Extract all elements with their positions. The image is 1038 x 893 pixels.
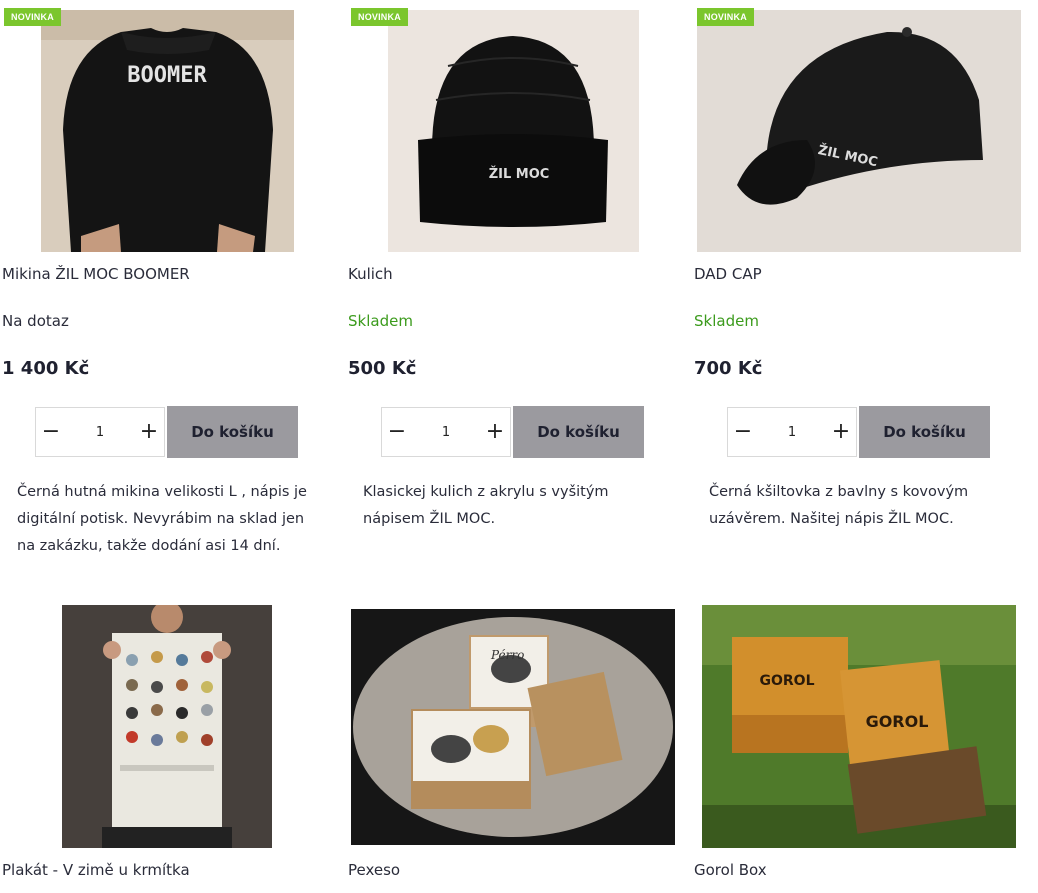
product-title[interactable]: Mikina ŽIL MOC BOOMER	[2, 265, 332, 283]
product-image-plakat[interactable]	[62, 605, 272, 848]
quantity-increase-button[interactable]: +	[480, 421, 510, 443]
beanie-embroidery-text: ŽIL MOC	[489, 166, 550, 182]
product-image-pexeso[interactable]: Pérro	[351, 609, 675, 845]
sweatshirt-print-text: BOOMER	[127, 63, 207, 88]
add-to-cart-button[interactable]: Do košíku	[859, 406, 990, 458]
stock-status: Na dotaz	[2, 312, 69, 330]
gorol-box-text: GOROL	[866, 712, 929, 731]
stock-status: Skladem	[694, 312, 759, 330]
add-to-cart-button[interactable]: Do košíku	[167, 406, 298, 458]
novinka-badge: NOVINKA	[4, 8, 61, 26]
product-title[interactable]: Pexeso	[348, 861, 678, 879]
quantity-stepper[interactable]: − 1 +	[727, 407, 857, 457]
quantity-increase-button[interactable]: +	[826, 421, 856, 443]
product-description: Černá hutná mikina velikosti L , nápis j…	[17, 484, 307, 554]
product-price: 700 Kč	[694, 358, 763, 379]
quantity-value[interactable]: 1	[442, 425, 450, 440]
product-image-mikina[interactable]: BOOMER	[41, 10, 294, 252]
product-image-kulich[interactable]: ŽIL MOC	[388, 10, 639, 252]
quantity-decrease-button[interactable]: −	[36, 421, 66, 443]
product-title[interactable]: DAD CAP	[694, 265, 1024, 283]
quantity-value[interactable]: 1	[788, 425, 796, 440]
quantity-increase-button[interactable]: +	[134, 421, 164, 443]
cap-photo: ŽIL MOC	[697, 10, 1021, 252]
product-description: Klasickej kulich z akrylu s vyšitým nápi…	[363, 484, 609, 527]
stock-status: Skladem	[348, 312, 413, 330]
quantity-decrease-button[interactable]: −	[728, 421, 758, 443]
quantity-decrease-button[interactable]: −	[382, 421, 412, 443]
product-title[interactable]: Gorol Box	[694, 861, 1024, 879]
pexeso-logo-text: Pérro	[490, 648, 524, 662]
quantity-stepper[interactable]: − 1 +	[35, 407, 165, 457]
pexeso-box-photo: Pérro	[351, 609, 675, 845]
gorol-box-photo: GOROL GOROL	[702, 605, 1016, 848]
product-image-gorol-box[interactable]: GOROL GOROL	[702, 605, 1016, 848]
product-price: 1 400 Kč	[2, 358, 90, 379]
beanie-photo: ŽIL MOC	[388, 10, 639, 252]
bird-poster-photo	[62, 605, 272, 848]
novinka-badge: NOVINKA	[697, 8, 754, 26]
sweatshirt-photo: BOOMER	[41, 10, 294, 252]
novinka-badge: NOVINKA	[351, 8, 408, 26]
product-title[interactable]: Kulich	[348, 265, 678, 283]
product-description: Černá kšiltovka z bavlny s kovovým uzávě…	[709, 484, 969, 527]
quantity-stepper[interactable]: − 1 +	[381, 407, 511, 457]
quantity-value[interactable]: 1	[96, 425, 104, 440]
product-price: 500 Kč	[348, 358, 417, 379]
product-image-dad-cap[interactable]: ŽIL MOC	[697, 10, 1021, 252]
product-title[interactable]: Plakát - V zimě u krmítka	[2, 861, 332, 879]
add-to-cart-button[interactable]: Do košíku	[513, 406, 644, 458]
gorol-lid-text: GOROL	[760, 673, 815, 689]
